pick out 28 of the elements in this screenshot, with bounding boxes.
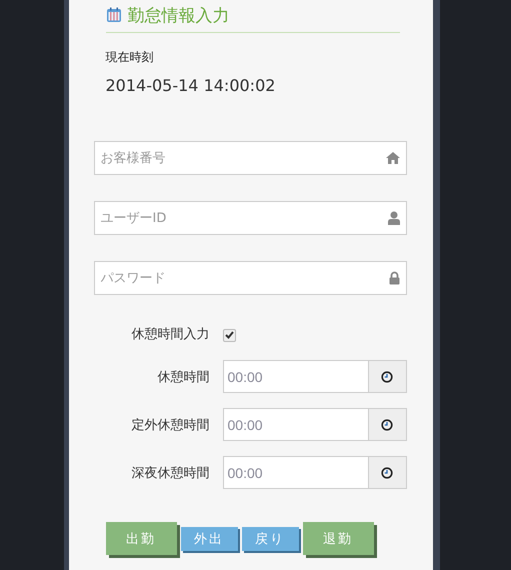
lock-icon [388,272,400,284]
user-icon [388,211,400,225]
home-icon [386,152,400,164]
time-field[interactable]: 00:00 [222,360,368,393]
input-field[interactable]: お客様番号 [94,141,406,175]
time-field[interactable]: 00:00 [222,456,368,489]
clock-button[interactable] [368,456,406,489]
calendar-icon [106,7,122,23]
field-label: 定外休憩時間 [130,416,210,434]
current-time: 2014-05-14 14:00:02 [106,76,276,95]
action-button[interactable]: 退勤 [302,522,374,555]
break-input-label: 休憩時間入力 [130,326,210,343]
action-button[interactable]: 戻り [242,527,298,551]
clock-button[interactable] [368,408,406,441]
input-field[interactable]: パスワード [94,261,406,295]
field-label: 深夜休憩時間 [130,464,210,482]
checkbox[interactable] [222,328,236,342]
action-button[interactable]: 外出 [180,527,238,551]
field-label: 休憩時間 [156,368,210,386]
clock-button[interactable] [368,360,406,393]
time-field[interactable]: 00:00 [222,408,368,441]
clock-label: 現在時刻 [106,49,154,66]
clock-icon [381,370,393,382]
clock-icon [381,418,393,430]
action-button[interactable]: 出勤 [106,522,176,555]
page-title: 勤怠情報入力 [128,4,230,26]
input-field[interactable]: ユーザーID [94,201,406,235]
clock-icon [381,466,393,478]
